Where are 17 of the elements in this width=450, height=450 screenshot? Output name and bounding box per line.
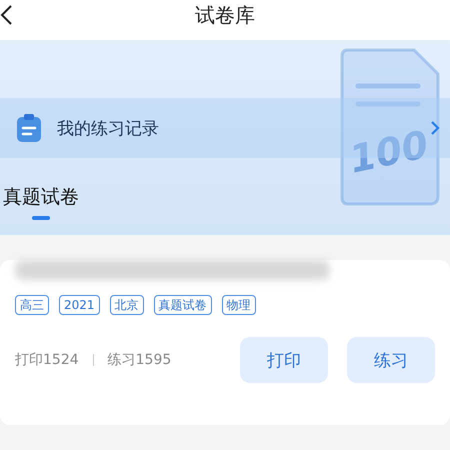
tab[interactable]: 真题试卷 bbox=[3, 184, 79, 220]
clipboard-icon bbox=[15, 113, 43, 143]
tag: 高三 bbox=[15, 295, 49, 315]
paper-card[interactable]: 高三 2021 北京 真题试卷 物理 打印1524 练习1595 打印 练习 bbox=[0, 260, 450, 425]
page-title: 试卷库 bbox=[195, 2, 255, 29]
tag: 物理 bbox=[222, 295, 256, 315]
stat-text: 练习1595 bbox=[108, 351, 172, 369]
action-button[interactable]: 练习 bbox=[347, 337, 435, 383]
stat-text: 打印1524 bbox=[15, 351, 79, 369]
action-button[interactable]: 打印 bbox=[240, 337, 328, 383]
score-text: 100 bbox=[346, 122, 432, 182]
chevron-right-icon[interactable] bbox=[430, 120, 440, 136]
back-icon[interactable] bbox=[0, 4, 14, 26]
notebook-icon bbox=[340, 48, 440, 206]
tag: 北京 bbox=[110, 295, 144, 315]
tag: 真题试卷 bbox=[154, 295, 212, 315]
tag: 2021 bbox=[59, 295, 100, 315]
